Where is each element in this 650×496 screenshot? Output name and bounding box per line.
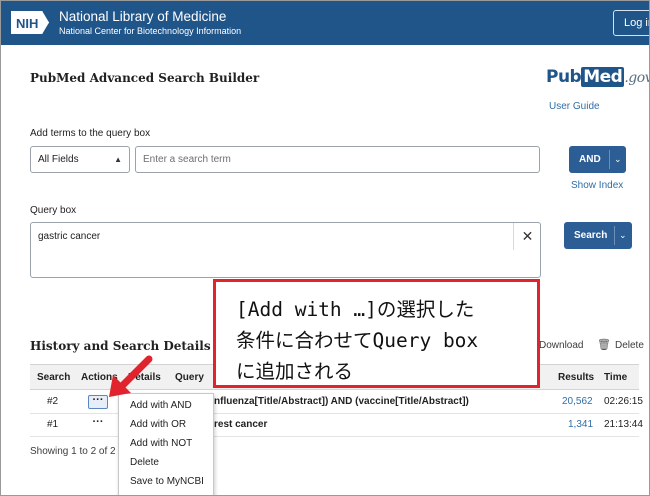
logo-gov: .gov (624, 70, 650, 86)
page-title: PubMed Advanced Search Builder (30, 71, 260, 85)
trash-icon: 🗑 (597, 339, 611, 351)
show-index-link[interactable]: Show Index (571, 180, 623, 191)
search-button[interactable]: Search ⌄ (564, 222, 632, 249)
row-time: 21:13:44 (604, 419, 643, 430)
add-terms-label: Add terms to the query box (30, 128, 151, 139)
search-button-divider (614, 226, 615, 245)
col-time: Time (604, 372, 628, 383)
col-query: Query (175, 372, 204, 383)
history-title: History and Search Details (30, 339, 211, 353)
chevron-down-icon[interactable]: ⌄ (619, 222, 627, 249)
menu-add-with-and[interactable]: Add with AND (130, 400, 192, 411)
screenshot-frame: NIH National Library of Medicine Nationa… (0, 0, 650, 496)
row-search-number: #2 (47, 396, 59, 407)
menu-delete[interactable]: Delete (130, 457, 159, 468)
annotation-line-1: [Add with …]の選択した (236, 298, 475, 321)
actions-menu: Add with AND Add with OR Add with NOT De… (118, 393, 214, 495)
delete-history-label: Delete (614, 340, 644, 351)
updown-chevron-icon: ▲ (114, 155, 122, 164)
logo-pub: Pub (546, 67, 582, 87)
row-results[interactable]: 1,341 (568, 414, 593, 436)
menu-save-to-myncbi[interactable]: Save to MyNCBI (130, 476, 204, 487)
nih-logo[interactable]: NIH (11, 11, 49, 34)
login-button[interactable]: Log in (613, 10, 649, 36)
menu-add-with-not[interactable]: Add with NOT (130, 438, 192, 449)
menu-add-with-or[interactable]: Add with OR (130, 419, 186, 430)
row-time: 02:26:15 (604, 396, 643, 407)
query-box[interactable]: gastric cancer ✕ (30, 222, 541, 278)
annotation-callout: [Add with …]の選択した 条件に合わせてQuery box に追加され… (213, 279, 540, 388)
row-query[interactable]: nfluenza[Title/Abstract]) AND (vaccine[T… (214, 391, 469, 413)
row-results[interactable]: 20,562 (562, 391, 593, 413)
annotation-line-3: に追加される (236, 360, 354, 383)
col-results: Results (558, 372, 595, 383)
search-button-label: Search (574, 230, 608, 241)
user-guide-link[interactable]: User Guide (549, 101, 600, 112)
org-subtitle: National Center for Biotechnology Inform… (59, 26, 242, 36)
and-button-label: AND (579, 154, 601, 165)
delete-history-link[interactable]: 🗑 Delete (597, 338, 644, 351)
download-link[interactable]: Download (539, 340, 583, 351)
logo-med: Med (581, 67, 625, 87)
field-select[interactable]: All Fields ▲ (30, 146, 130, 173)
query-box-label: Query box (30, 205, 77, 216)
row-search-number: #1 (47, 419, 59, 430)
col-search: Search (37, 372, 71, 383)
and-button[interactable]: AND ⌄ (569, 146, 626, 173)
field-select-value: All Fields (38, 154, 79, 165)
more-actions-icon[interactable]: ··· (88, 417, 108, 432)
row-query[interactable]: rest cancer (214, 414, 267, 436)
search-term-input[interactable] (135, 146, 540, 173)
org-name[interactable]: National Library of Medicine (59, 9, 226, 24)
pubmed-logo[interactable]: Pub Med .gov (546, 67, 650, 87)
and-button-divider (609, 150, 610, 169)
close-icon[interactable]: ✕ (513, 223, 541, 250)
pagination-summary: Showing 1 to 2 of 2 (30, 446, 116, 457)
nlm-header: NIH National Library of Medicine Nationa… (1, 1, 649, 45)
chevron-down-icon[interactable]: ⌄ (614, 146, 622, 173)
red-arrow-icon (109, 355, 153, 397)
annotation-line-2: 条件に合わせてQuery box (236, 329, 479, 352)
query-box-text[interactable]: gastric cancer (38, 231, 100, 242)
